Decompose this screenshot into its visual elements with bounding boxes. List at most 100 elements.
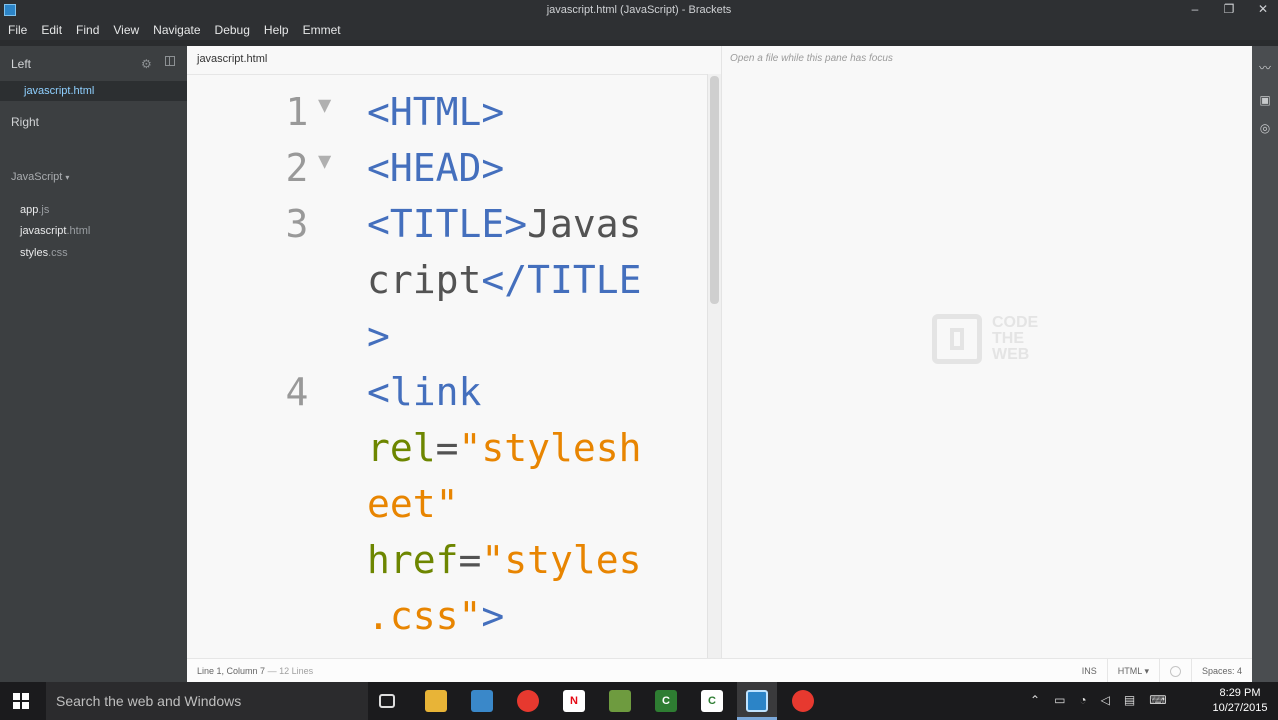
empty-pane-hint: Open a file while this pane has focus xyxy=(730,53,893,64)
code-token: "styles xyxy=(481,538,642,582)
code-token: eet" xyxy=(367,482,459,526)
editor-header: javascript.html xyxy=(187,46,721,75)
action-center-icon[interactable]: ▤ xyxy=(1124,693,1135,707)
camtasia-recorder-icon[interactable]: C xyxy=(701,690,723,712)
code-token: <HEAD> xyxy=(367,146,505,190)
code-text: <link xyxy=(367,364,481,420)
fold-toggle-icon[interactable]: ▼ xyxy=(318,140,331,184)
code-token: <TITLE> xyxy=(367,202,528,246)
editor-scrollbar[interactable] xyxy=(707,74,721,658)
restore-icon[interactable]: ❐ xyxy=(1222,2,1236,16)
menu-find[interactable]: Find xyxy=(76,23,99,37)
code-text: rel="stylesh xyxy=(367,420,642,476)
code-the-web-logo: CODE THE WEB xyxy=(932,314,1052,364)
code-text: .css"> xyxy=(367,588,504,644)
indent-spaces[interactable]: Spaces: 4 xyxy=(1190,659,1252,683)
scrollbar-thumb[interactable] xyxy=(710,76,719,304)
system-clock[interactable]: 8:29 PM 10/27/2015 xyxy=(1210,686,1270,716)
store-icon[interactable] xyxy=(471,690,493,712)
menu-help[interactable]: Help xyxy=(264,23,289,37)
menu-debug[interactable]: Debug xyxy=(215,23,250,37)
code-text: <TITLE>Javas xyxy=(367,196,642,252)
code-text: cript</TITLE xyxy=(367,252,642,308)
code-line[interactable]: 1 ▼ <HTML> xyxy=(187,84,707,140)
chevron-up-icon[interactable]: ⌃ xyxy=(1030,693,1040,707)
insert-mode-toggle[interactable]: INS xyxy=(1072,659,1107,683)
code-line[interactable]: 4 <link xyxy=(187,364,707,420)
code-token: "stylesh xyxy=(458,426,642,470)
cursor-position: Line 1, Column 7 xyxy=(197,666,266,676)
windows-start-icon[interactable] xyxy=(13,693,29,709)
menu-bar: File Edit Find View Navigate Debug Help … xyxy=(0,20,1278,40)
project-dropdown[interactable]: JavaScript ▾ xyxy=(11,171,69,183)
working-file-label: javascript.html xyxy=(24,85,95,97)
code-line[interactable]: rel="stylesh xyxy=(187,420,707,476)
chrome-icon[interactable] xyxy=(792,690,814,712)
sidebar: Left ⚙ javascript.html Right JavaScript … xyxy=(0,46,187,682)
working-file-javascript-html[interactable]: javascript.html xyxy=(0,81,187,101)
code-text: href="styles xyxy=(367,532,642,588)
split-view-icon[interactable] xyxy=(165,56,175,66)
file-tree-item[interactable]: app.js xyxy=(20,204,49,216)
chrome-icon[interactable] xyxy=(517,690,539,712)
file-tree-item[interactable]: styles.css xyxy=(20,247,68,259)
editor-tab-javascript-html[interactable]: javascript.html xyxy=(197,53,267,65)
menu-navigate[interactable]: Navigate xyxy=(153,23,200,37)
code-line[interactable]: 3 <TITLE>Javas xyxy=(187,196,707,252)
linter-status[interactable] xyxy=(1158,659,1191,683)
code-token: Javas xyxy=(527,202,642,246)
battery-icon[interactable]: ▭ xyxy=(1054,693,1065,707)
extension-icon[interactable]: ◎ xyxy=(1257,120,1273,136)
file-explorer-icon[interactable] xyxy=(425,690,447,712)
window-title: javascript.html (JavaScript) - Brackets xyxy=(546,4,732,16)
live-preview-icon[interactable]: 〰 xyxy=(1257,60,1273,76)
code-line[interactable]: > xyxy=(187,308,707,364)
netflix-icon[interactable]: N xyxy=(563,690,585,712)
code-token: rel xyxy=(367,426,436,470)
minimize-icon[interactable]: – xyxy=(1188,2,1202,16)
extension-manager-icon[interactable]: ▣ xyxy=(1257,92,1273,108)
language-mode-dropdown[interactable]: HTML ▾ xyxy=(1106,659,1159,683)
chevron-down-icon: ▾ xyxy=(65,173,70,182)
editor-pane-left[interactable]: javascript.html 1 ▼ <HTML> 2 ▼ <HEAD> 3 <TITLE>… xyxy=(187,46,721,658)
menu-edit[interactable]: Edit xyxy=(41,23,62,37)
close-icon[interactable]: ✕ xyxy=(1256,2,1270,16)
wifi-icon[interactable]: ◔ xyxy=(1079,693,1086,707)
gear-icon[interactable]: ⚙ xyxy=(141,57,152,71)
menu-emmet[interactable]: Emmet xyxy=(303,23,341,37)
task-view-icon[interactable] xyxy=(379,694,395,708)
code-token: .css" xyxy=(367,594,482,638)
editor-pane-right[interactable]: Open a file while this pane has focus CO… xyxy=(722,46,1252,658)
code-line[interactable]: 2 ▼ <HEAD> xyxy=(187,140,707,196)
code-line[interactable]: href="styles xyxy=(187,532,707,588)
code-text: eet" xyxy=(367,476,459,532)
code-token: = xyxy=(435,426,459,470)
camtasia-icon[interactable]: C xyxy=(655,690,677,712)
brackets-taskbar-icon[interactable] xyxy=(746,690,768,712)
line-count: — 12 Lines xyxy=(267,666,314,676)
working-files-left-label: Left xyxy=(11,57,32,71)
line-number: 2 xyxy=(285,146,309,190)
keyboard-icon[interactable]: ⌨ xyxy=(1149,693,1166,707)
volume-icon[interactable]: ◁ xyxy=(1101,693,1110,707)
taskbar-search-input[interactable]: Search the web and Windows xyxy=(46,682,368,720)
code-token: cript xyxy=(367,258,482,302)
system-tray: ⌃ ▭ ◔ ◁ ▤ ⌨ xyxy=(1030,693,1167,707)
fold-toggle-icon[interactable]: ▼ xyxy=(318,84,331,128)
code-token: href xyxy=(367,538,459,582)
working-files-right-label: Right xyxy=(11,115,40,129)
file-tree-item[interactable]: javascript.html xyxy=(20,225,90,237)
minecraft-icon[interactable] xyxy=(609,690,631,712)
menu-file[interactable]: File xyxy=(8,23,27,37)
status-bar: Line 1, Column 7 — 12 Lines INS HTML ▾ S… xyxy=(187,658,1252,683)
clock-time: 8:29 PM xyxy=(1219,687,1261,699)
code-token: = xyxy=(458,538,482,582)
line-number: 4 xyxy=(285,370,309,414)
code-line[interactable]: .css"> xyxy=(187,588,707,644)
code-line[interactable]: eet" xyxy=(187,476,707,532)
code-text: > xyxy=(367,308,390,364)
code-token: > xyxy=(367,314,390,358)
menu-view[interactable]: View xyxy=(113,23,139,37)
code-line[interactable]: cript</TITLE xyxy=(187,252,707,308)
code-text: <HEAD> xyxy=(367,140,504,196)
